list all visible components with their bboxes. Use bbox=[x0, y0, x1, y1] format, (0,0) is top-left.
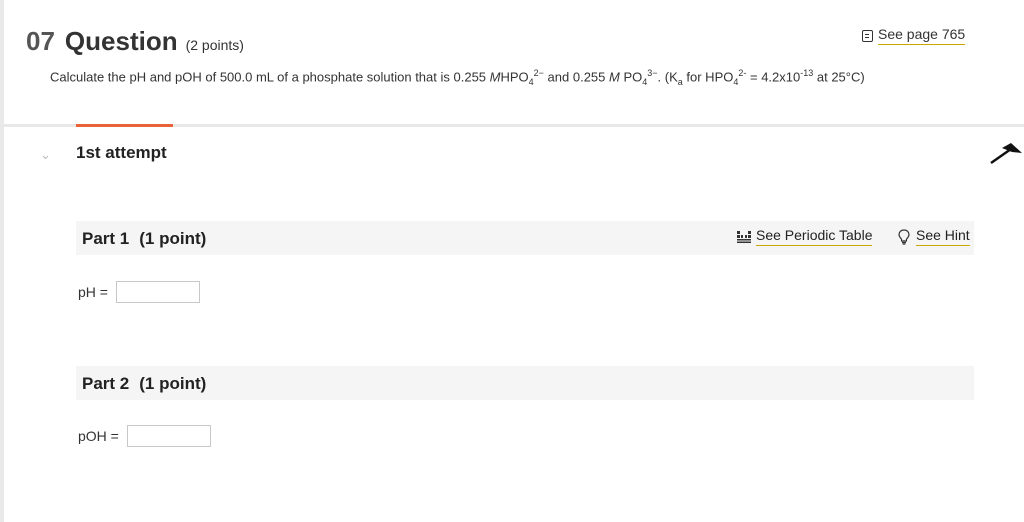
see-periodic-table-label: See Periodic Table bbox=[756, 227, 873, 246]
ph-label: pH = bbox=[78, 284, 108, 300]
periodic-table-icon bbox=[737, 230, 751, 243]
ph-input[interactable] bbox=[115, 281, 200, 303]
question-title: 07 Question (2 points) bbox=[26, 26, 244, 57]
part-2-title: Part 2 (1 point) bbox=[82, 374, 207, 393]
lightbulb-icon bbox=[898, 228, 910, 245]
see-page-link[interactable]: See page 765 bbox=[862, 26, 966, 45]
chevron-down-icon[interactable]: ⌄ bbox=[40, 147, 51, 163]
question-text: Calculate the pH and pOH of 500.0 mL of … bbox=[50, 68, 865, 87]
part-1-header: Part 1 (1 point) See Periodic Table See H… bbox=[76, 221, 974, 255]
question-points: (2 points) bbox=[185, 37, 244, 53]
poh-field-row: pOH = bbox=[78, 425, 211, 447]
part-2-header: Part 2 (1 point) bbox=[76, 366, 974, 400]
question-number: 07 bbox=[26, 26, 55, 56]
attempt-tab-indicator bbox=[76, 124, 173, 127]
poh-label: pOH = bbox=[78, 428, 119, 444]
left-border bbox=[0, 0, 4, 522]
poh-input[interactable] bbox=[126, 425, 211, 447]
book-icon bbox=[862, 29, 873, 42]
attempt-label[interactable]: 1st attempt bbox=[76, 143, 167, 163]
see-page-label: See page 765 bbox=[878, 26, 966, 45]
question-label: Question bbox=[64, 26, 178, 56]
ph-field-row: pH = bbox=[78, 281, 200, 303]
cursor-icon bbox=[990, 143, 1022, 165]
see-periodic-table-link[interactable]: See Periodic Table bbox=[737, 227, 873, 246]
see-hint-label: See Hint bbox=[916, 227, 970, 246]
see-hint-link[interactable]: See Hint bbox=[898, 227, 970, 246]
part-1-title: Part 1 (1 point) bbox=[82, 229, 207, 248]
